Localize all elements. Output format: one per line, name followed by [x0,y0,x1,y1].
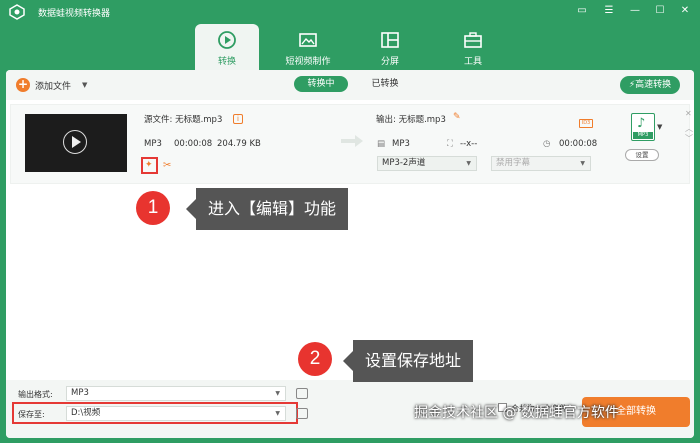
source-size: 204.79 KB [217,139,261,149]
edit-star-icon: ✦ [145,160,153,170]
toolbox-icon [464,32,482,48]
chevron-down-icon: ▼ [580,160,585,167]
tab-convert[interactable]: 转换 [195,24,259,70]
tab-short-video[interactable]: 短视频制作 [276,24,340,70]
edit-button[interactable]: ✦ [141,157,158,174]
tab-converting[interactable]: 转换中 [294,76,348,92]
save-to-select[interactable]: D:\视频 ▼ [66,406,286,421]
info-icon[interactable]: i [233,114,243,124]
format-badge-label: MP3 [633,132,653,139]
plus-icon: + [16,77,30,92]
folder-icon[interactable] [296,408,308,419]
chevron-down-icon[interactable]: ▼ [82,81,87,89]
fast-convert-button[interactable]: ⚡高速转换 [620,76,680,94]
short-video-icon [299,33,317,47]
content-panel: + 添加文件 ▼ 转换中 已转换 ⚡高速转换 源文件: 无标题.mp3 i MP… [6,70,694,438]
title-bar: 数据蛙视频转换器 ▭ ☰ — ☐ ✕ [0,0,700,24]
film-icon: ▤ [377,139,386,149]
add-file-button[interactable]: + 添加文件 ▼ [16,77,87,93]
output-format: MP3 [392,139,410,149]
convert-toolbar: + 添加文件 ▼ 转换中 已转换 ⚡高速转换 [6,70,694,100]
tab-converted[interactable]: 已转换 [358,76,412,92]
id3-tag-icon[interactable]: ID3 [579,119,593,128]
tab-short-video-label: 短视频制作 [285,57,331,67]
fast-convert-label: 高速转换 [635,80,672,90]
save-to-value: D:\视频 [71,408,101,418]
source-format: MP3 [144,139,162,149]
settings-button[interactable]: 设置 [625,149,659,161]
resize-icon: ⛶ [447,139,453,149]
app-window: 数据蛙视频转换器 ▭ ☰ — ☐ ✕ 转换 短视频制作 分屏 工具 + 添加文件… [0,0,700,443]
callout-badge-1: 1 [136,191,170,225]
chevron-down-icon: ▼ [466,160,471,167]
maximize-icon[interactable]: ☐ [653,4,667,18]
audio-track-select[interactable]: MP3-2声道 ▼ [377,156,477,171]
chevron-down-icon[interactable]: ﹀ [685,133,693,144]
watermark: 掘金技术社区 @ 数据蛙官方软件 [414,405,619,421]
status-tabs: 转换中 已转换 [294,76,412,92]
output-format-value: MP3 [71,388,89,398]
menu-icon[interactable]: ☰ [602,4,616,18]
subtitle-select[interactable]: 禁用字幕 ▼ [491,156,591,171]
output-format-label: 输出格式: [18,390,53,399]
pencil-icon[interactable]: ✎ [453,112,461,122]
close-icon[interactable]: ✕ [678,4,692,18]
subtitle-value: 禁用字幕 [496,158,531,168]
chevron-down-icon: ▼ [275,410,280,417]
output-format-select[interactable]: MP3 ▼ [66,386,286,401]
play-icon[interactable] [63,130,87,154]
minimize-icon[interactable]: — [628,4,642,18]
scissors-icon[interactable]: ✂ [163,160,171,171]
file-row: 源文件: 无标题.mp3 i MP3 00:00:08 204.79 KB ✦ … [10,104,693,184]
output-resolution: --x-- [460,139,478,149]
output-format-badge[interactable]: ♪ MP3 [631,113,655,141]
chevron-down-icon: ▼ [275,390,280,397]
format-settings-icon[interactable] [296,388,308,399]
video-thumbnail[interactable] [25,114,127,172]
tab-split-screen-label: 分屏 [380,57,399,67]
clock-icon: ◷ [543,139,551,149]
split-screen-icon [381,32,399,48]
arrow-right-icon [341,135,363,147]
add-file-label: 添加文件 [35,81,72,92]
output-duration: 00:00:08 [559,139,598,149]
app-title: 数据蛙视频转换器 [38,9,111,19]
save-to-label: 保存至: [18,410,45,419]
audio-track-value: MP3-2声道 [382,158,426,168]
chevron-down-icon[interactable]: ▼ [657,123,662,131]
music-note-icon: ♪ [637,116,646,131]
callout-text-1: 进入【编辑】功能 [185,188,349,230]
convert-icon [218,31,236,49]
app-logo-icon [9,4,25,20]
source-file-label: 源文件: 无标题.mp3 [144,115,223,125]
tab-convert-label: 转换 [217,57,236,67]
feedback-icon[interactable]: ▭ [575,4,589,18]
output-file-label: 输出: 无标题.mp3 [376,115,446,125]
callout-badge-2: 2 [298,342,332,376]
tab-split-screen[interactable]: 分屏 [358,24,422,70]
tab-tools[interactable]: 工具 [441,24,505,70]
callout-text-2: 设置保存地址 [342,340,474,382]
close-icon[interactable]: ✕ [685,109,692,118]
tab-tools-label: 工具 [463,57,482,67]
source-duration: 00:00:08 [174,139,213,149]
